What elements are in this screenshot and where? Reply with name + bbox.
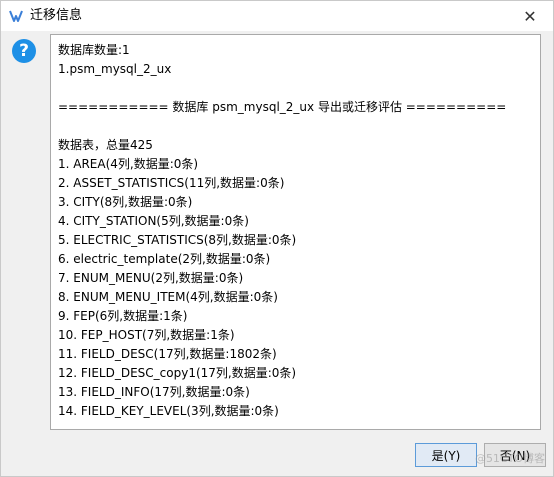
message-line: 5. ELECTRIC_STATISTICS(8列,数据量:0条) (58, 233, 297, 247)
close-icon: ✕ (523, 6, 537, 26)
message-line: 1. AREA(4列,数据量:0条) (58, 157, 199, 171)
message-line: 2. ASSET_STATISTICS(11列,数据量:0条) (58, 176, 285, 190)
message-text-area[interactable]: 数据库数量:1 1.psm_mysql_2_ux =========== 数据库 p… (50, 34, 541, 430)
watermark: @51CTO博客 (474, 452, 545, 465)
message-line: 3. CITY(8列,数据量:0条) (58, 195, 193, 209)
title-bar: 迁移信息 ✕ (1, 1, 553, 31)
message-line: 6. electric_template(2列,数据量:0条) (58, 252, 271, 266)
message-line: 数据库数量:1 (58, 43, 130, 57)
window-title: 迁移信息 (30, 8, 83, 23)
message-content: 数据库数量:1 1.psm_mysql_2_ux =========== 数据库 p… (58, 41, 528, 421)
yes-button[interactable]: 是(Y) (415, 443, 477, 467)
close-button[interactable]: ✕ (507, 1, 553, 31)
message-line: 14. FIELD_KEY_LEVEL(3列,数据量:0条) (58, 404, 279, 418)
message-line (58, 117, 528, 136)
question-icon: ? (12, 39, 36, 63)
message-line: =========== 数据库 psm_mysql_2_ux 导出或迁移评估 =… (58, 100, 507, 114)
message-line: 13. FIELD_INFO(17列,数据量:0条) (58, 385, 250, 399)
message-line: 10. FEP_HOST(7列,数据量:1条) (58, 328, 235, 342)
message-line: 8. ENUM_MENU_ITEM(4列,数据量:0条) (58, 290, 278, 304)
message-line: 12. FIELD_DESC_copy1(17列,数据量:0条) (58, 366, 297, 380)
message-line: 1.psm_mysql_2_ux (58, 62, 172, 76)
message-line: 9. FEP(6列,数据量:1条) (58, 309, 188, 323)
app-logo-icon (9, 10, 23, 22)
migration-info-dialog: 迁移信息 ✕ ? 数据库数量:1 1.psm_mysql_2_ux ========… (0, 0, 554, 477)
message-line: 11. FIELD_DESC(17列,数据量:1802条) (58, 347, 277, 361)
message-line (58, 79, 528, 98)
message-line: 4. CITY_STATION(5列,数据量:0条) (58, 214, 249, 228)
message-line: 7. ENUM_MENU(2列,数据量:0条) (58, 271, 244, 285)
message-line: 数据表，总量425 (58, 138, 153, 152)
